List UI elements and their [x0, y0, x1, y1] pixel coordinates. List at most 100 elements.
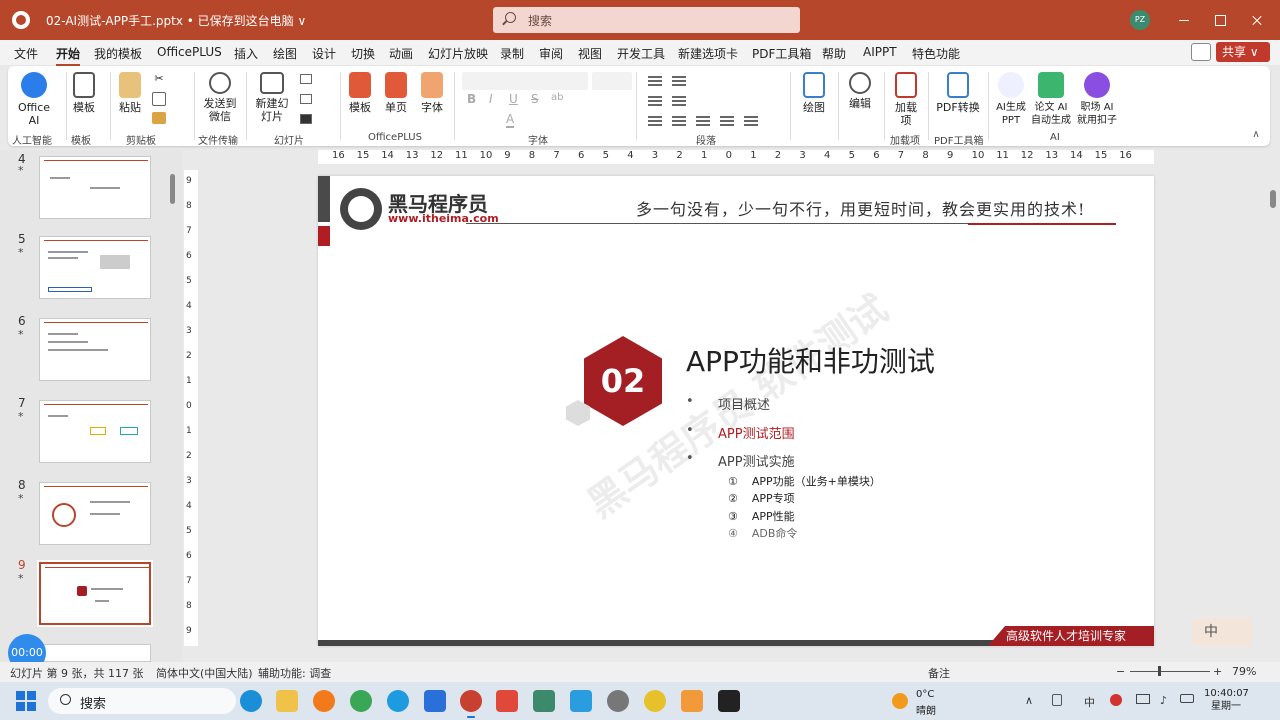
zoom-out-button[interactable]: − — [1116, 665, 1125, 678]
slide-thumbnail-current[interactable] — [37, 560, 153, 627]
app-icon[interactable] — [644, 690, 666, 712]
tray-app-icon[interactable] — [1052, 694, 1062, 706]
close-button[interactable] — [1247, 10, 1267, 30]
career-ai-button[interactable]: 职场 AI 就用扣子 — [1076, 72, 1118, 127]
font-button[interactable]: 字体 — [418, 72, 446, 114]
tab-pdf-tools[interactable]: PDF工具箱 — [752, 45, 811, 62]
volume-icon[interactable]: ♪ — [1160, 694, 1167, 707]
draw-button[interactable]: 绘图 — [800, 72, 828, 114]
slide-thumbnail[interactable] — [39, 156, 151, 219]
notes-button[interactable]: 备注 — [928, 665, 950, 681]
font-family-select[interactable] — [462, 72, 588, 90]
justify-icon[interactable] — [720, 116, 734, 126]
char-spacing-button[interactable]: ab — [551, 92, 563, 103]
powerpoint-taskbar-icon[interactable] — [460, 690, 482, 718]
send-wechat-button[interactable]: 发送到微信 — [200, 72, 240, 123]
reset-icon[interactable] — [300, 94, 312, 104]
layout-icon[interactable] — [300, 74, 312, 84]
columns-icon[interactable] — [744, 116, 758, 126]
thumbnail-scrollbar[interactable] — [170, 174, 175, 204]
new-slide-button[interactable]: 新建幻灯片 — [252, 72, 292, 123]
align-left-icon[interactable] — [648, 116, 662, 126]
terminal-icon[interactable] — [718, 690, 740, 712]
tray-ime-icon[interactable]: 中 — [1084, 694, 1095, 710]
share-button[interactable]: 共享 ∨ — [1216, 42, 1270, 62]
app-icon[interactable] — [496, 690, 518, 712]
paper-ai-button[interactable]: 论文 AI 自动生成 — [1030, 72, 1072, 127]
tab-animations[interactable]: 动画 — [389, 45, 413, 62]
tray-expand-icon[interactable]: ∧ — [1025, 694, 1033, 707]
system-clock[interactable]: 10:40:07 星期一 — [1204, 687, 1249, 713]
slide-thumbnail[interactable] — [39, 318, 151, 381]
slide-thumbnail[interactable] — [39, 236, 151, 299]
zoom-level[interactable]: 79% — [1232, 665, 1256, 678]
language-indicator[interactable]: 简体中文(中国大陆) — [156, 665, 253, 681]
tab-review[interactable]: 审阅 — [539, 45, 563, 62]
app-icon[interactable] — [533, 690, 555, 712]
tab-file[interactable]: 文件 — [14, 45, 38, 62]
ime-indicator[interactable]: 中 — [1192, 618, 1252, 646]
paste-button[interactable]: 粘贴 — [116, 72, 144, 114]
underline-button[interactable]: U — [509, 92, 518, 106]
font-color-button[interactable]: A — [506, 112, 515, 128]
pdf-convert-button[interactable]: PDF转换 — [936, 72, 980, 114]
tab-draw[interactable]: 绘图 — [273, 45, 297, 62]
single-page-button[interactable]: 单页 — [382, 72, 410, 114]
bold-button[interactable]: B — [467, 92, 476, 106]
user-avatar[interactable]: PZ — [1130, 10, 1150, 30]
chrome-icon[interactable] — [350, 690, 372, 712]
app-icon[interactable] — [681, 690, 703, 712]
tab-slideshow[interactable]: 幻灯片放映 — [428, 45, 488, 62]
document-title[interactable]: 02-AI测试-APP手工.pptx • 已保存到这台电脑 ∨ — [46, 12, 306, 29]
tab-record[interactable]: 录制 — [500, 45, 524, 62]
tab-help[interactable]: 帮助 — [822, 45, 846, 62]
slide-thumbnail[interactable] — [39, 644, 151, 662]
slide-canvas[interactable]: 黑马程序员 www.itheima.com 多一句没有，少一句不行，用更短时间，… — [318, 176, 1154, 646]
tab-officeplus[interactable]: OfficePLUS — [157, 45, 222, 59]
tab-aippt[interactable]: AIPPT — [863, 45, 897, 59]
addins-button[interactable]: 加载项 — [892, 72, 920, 127]
collapse-ribbon-icon[interactable]: ∧ — [1250, 128, 1262, 140]
app-icon[interactable] — [570, 690, 592, 712]
align-right-icon[interactable] — [696, 116, 710, 126]
tab-special[interactable]: 特色功能 — [912, 45, 960, 62]
firefox-icon[interactable] — [313, 690, 335, 712]
bullets-icon[interactable] — [648, 76, 662, 86]
app-icon[interactable] — [424, 690, 446, 712]
tab-insert[interactable]: 插入 — [234, 45, 258, 62]
slide-thumbnail[interactable] — [39, 482, 151, 545]
clock-app-icon[interactable] — [607, 690, 629, 712]
edge-icon[interactable] — [240, 690, 262, 712]
tray-app-icon[interactable] — [1110, 694, 1122, 706]
officeplus-template-button[interactable]: 模板 — [346, 72, 374, 114]
tab-home[interactable]: 开始 — [56, 45, 81, 67]
comments-icon[interactable] — [1191, 43, 1211, 61]
file-explorer-icon[interactable] — [276, 690, 298, 712]
tab-design[interactable]: 设计 — [312, 45, 336, 62]
zoom-in-button[interactable]: + — [1213, 665, 1222, 678]
minimize-button[interactable] — [1174, 10, 1194, 30]
editor-scrollbar[interactable] — [1266, 150, 1280, 662]
template-button[interactable]: 模板 — [70, 72, 98, 114]
maximize-button[interactable] — [1210, 10, 1230, 30]
app-icon[interactable] — [387, 690, 409, 712]
slide-thumbnail[interactable] — [39, 400, 151, 463]
edit-button[interactable]: 编辑 — [846, 72, 874, 110]
align-center-icon[interactable] — [672, 116, 686, 126]
italic-button[interactable]: I — [489, 92, 493, 106]
office-ai-button[interactable]: Office AI — [16, 72, 52, 127]
font-size-select[interactable] — [592, 72, 632, 90]
cut-icon[interactable]: ✂ — [152, 72, 166, 86]
zoom-slider[interactable] — [1130, 666, 1210, 676]
tab-new-tab[interactable]: 新建选项卡 — [678, 45, 738, 62]
strikethrough-button[interactable]: S — [531, 92, 539, 106]
windows-start-icon[interactable] — [16, 691, 36, 711]
ai-ppt-button[interactable]: AI生成PPT — [994, 72, 1028, 127]
title-search-box[interactable]: 搜索 — [493, 7, 800, 33]
format-painter-icon[interactable] — [152, 112, 166, 124]
tab-developer[interactable]: 开发工具 — [617, 45, 665, 62]
section-icon[interactable] — [300, 114, 312, 124]
tab-transitions[interactable]: 切换 — [351, 45, 375, 62]
tab-my-templates[interactable]: 我的模板 — [94, 45, 142, 62]
increase-indent-icon[interactable] — [672, 96, 686, 106]
